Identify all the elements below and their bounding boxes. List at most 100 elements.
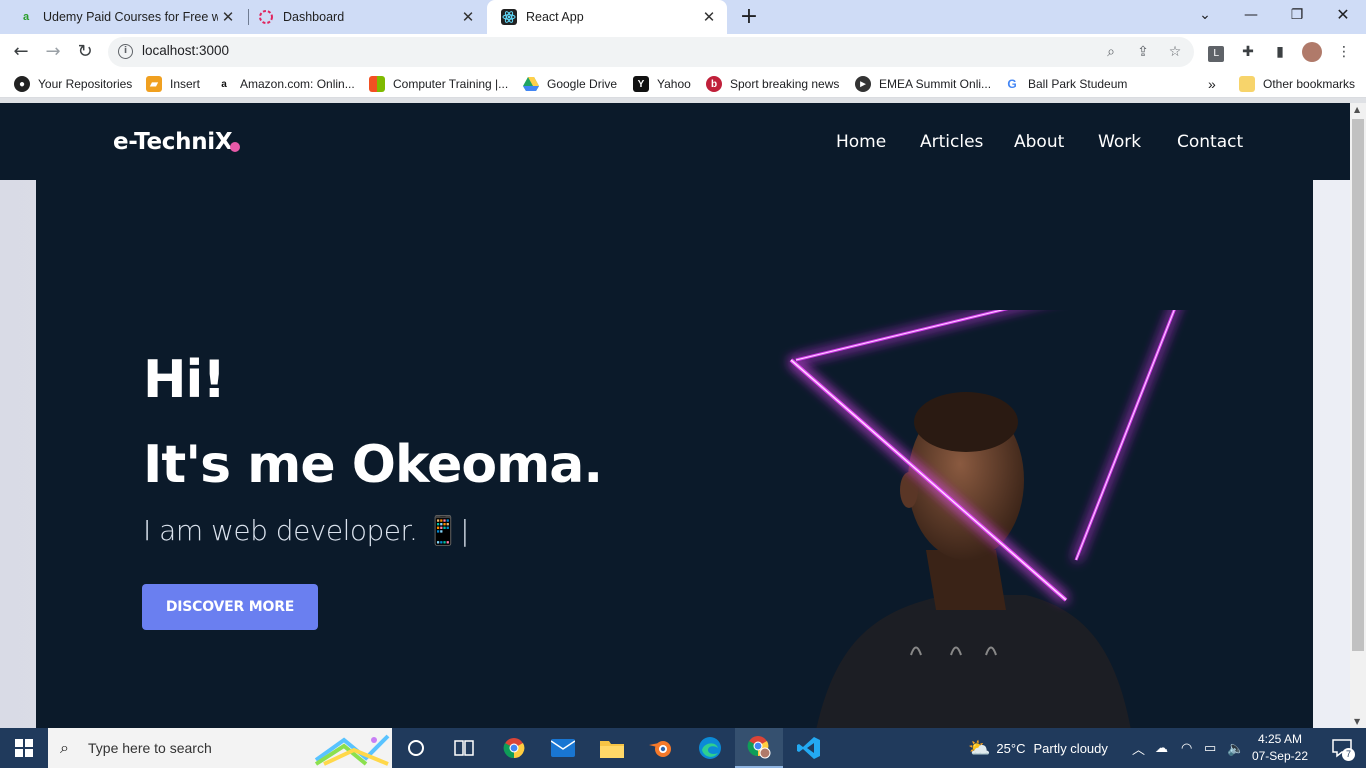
new-tab-button[interactable]: + (737, 4, 761, 30)
windows-logo-icon (15, 739, 33, 757)
notification-center-icon[interactable]: 7 (1332, 738, 1355, 761)
discover-more-button[interactable]: DISCOVER MORE (142, 584, 318, 630)
react-icon (501, 9, 517, 25)
wifi-icon[interactable]: ◠ (1181, 728, 1192, 768)
folder-icon (1239, 76, 1255, 92)
blender-icon[interactable] (637, 728, 685, 768)
hero-section: Hi! It's me Okeoma. I am web developer. … (36, 180, 1313, 728)
back-button[interactable]: ← (8, 39, 34, 65)
close-tab-icon[interactable]: ✕ (458, 8, 478, 26)
site-navbar: e-TechniX Home Articles About Work Conta… (0, 103, 1350, 180)
tab-search-icon[interactable]: ⌄ (1182, 0, 1228, 30)
clock-time: 4:25 AM (1257, 732, 1302, 746)
close-window-button[interactable]: ✕ (1320, 0, 1366, 30)
volume-icon[interactable]: 🔈 (1227, 728, 1244, 768)
menu-kebab-icon[interactable]: ⋮ (1334, 42, 1354, 62)
nav-articles[interactable]: Articles (920, 132, 983, 152)
bookmark-google-drive[interactable]: Google Drive (523, 75, 617, 93)
yahoo-icon: Y (633, 76, 649, 92)
bookmark-star-icon[interactable]: ☆ (1166, 43, 1184, 61)
tab-title: React App (526, 10, 584, 24)
bookmarks-overflow-button[interactable]: » (1208, 75, 1216, 93)
bookmark-label: Yahoo (657, 77, 691, 91)
scroll-thumb[interactable] (1352, 119, 1364, 651)
tab-udemy[interactable]: a Udemy Paid Courses for Free wit ✕ (4, 0, 246, 34)
file-explorer-icon[interactable] (588, 728, 636, 768)
github-icon: ● (14, 76, 30, 92)
browser-toolbar: ← → ↻ i localhost:3000 ⌕ ⇪ ☆ L ✚ ▮ ⋮ (0, 34, 1366, 70)
bookmark-amazon[interactable]: a Amazon.com: Onlin... (216, 75, 355, 93)
zoom-icon[interactable]: ⌕ (1102, 43, 1120, 61)
bookmark-label: Amazon.com: Onlin... (240, 77, 355, 91)
close-tab-icon[interactable]: ✕ (218, 8, 238, 26)
weather-temperature: 25°C (996, 740, 1026, 756)
page-scrollbar[interactable]: ▲ ▼ (1350, 103, 1366, 728)
nav-home[interactable]: Home (836, 132, 886, 152)
google-icon: G (1004, 76, 1020, 92)
browser-tab-strip: a Udemy Paid Courses for Free wit ✕ Dash… (0, 0, 1366, 34)
dashboard-icon (258, 9, 274, 25)
chrome-profile-taskbar-icon[interactable] (735, 728, 783, 768)
hero-greeting: Hi! (143, 350, 226, 410)
tab-react-app[interactable]: React App ✕ (487, 0, 727, 34)
onedrive-icon[interactable]: ☁ (1155, 728, 1168, 768)
show-hidden-icons-chevron-icon[interactable]: ︿ (1132, 728, 1145, 768)
other-bookmarks-folder[interactable]: Other bookmarks (1239, 75, 1355, 93)
taskbar-search-box[interactable]: ⌕ Type here to search (48, 728, 392, 768)
nav-about[interactable]: About (1014, 132, 1064, 152)
nav-work[interactable]: Work (1098, 132, 1141, 152)
extension-letter: L (1208, 46, 1224, 62)
hero-portrait-image (789, 310, 1176, 728)
forward-button[interactable]: → (40, 39, 66, 65)
bookmark-yahoo[interactable]: Y Yahoo (633, 75, 691, 93)
extensions-puzzle-icon[interactable]: ✚ (1238, 42, 1258, 62)
weather-widget[interactable]: ⛅ 25°C Partly cloudy (968, 728, 1108, 768)
profile-avatar[interactable] (1302, 42, 1322, 62)
bookmark-label: Your Repositories (38, 77, 133, 91)
bookmarks-bar: ● Your Repositories ▰ Insert a Amazon.co… (0, 70, 1366, 98)
reload-button[interactable]: ↻ (72, 39, 98, 65)
tab-dashboard[interactable]: Dashboard ✕ (244, 0, 486, 34)
cortana-icon[interactable] (392, 728, 440, 768)
amazon-icon: a (216, 76, 232, 92)
bookmark-label: Computer Training |... (393, 77, 509, 91)
vscode-icon[interactable] (785, 728, 833, 768)
edge-icon[interactable] (686, 728, 734, 768)
side-panel-icon[interactable]: ▮ (1270, 42, 1290, 62)
minimize-button[interactable]: — (1228, 0, 1274, 30)
bookmark-label: EMEA Summit Onli... (879, 77, 992, 91)
bookmark-computer-training[interactable]: Computer Training |... (369, 75, 508, 93)
nav-contact[interactable]: Contact (1177, 132, 1243, 152)
battery-icon[interactable]: ▭ (1204, 728, 1216, 768)
bookmark-ball-park[interactable]: G Ball Park Studeum (1004, 75, 1127, 93)
extension-l-icon[interactable]: L (1206, 42, 1226, 62)
mail-icon[interactable] (539, 728, 587, 768)
bookmark-label: Other bookmarks (1263, 77, 1356, 91)
share-icon[interactable]: ⇪ (1134, 43, 1152, 61)
notification-count-badge: 7 (1342, 748, 1355, 761)
bookmark-sport-news[interactable]: b Sport breaking news (706, 75, 839, 93)
tab-title: Dashboard (283, 10, 345, 24)
close-tab-icon[interactable]: ✕ (699, 8, 719, 26)
chrome-taskbar-icon[interactable] (490, 728, 538, 768)
bookmark-label: Ball Park Studeum (1028, 77, 1128, 91)
scroll-up-arrow-icon[interactable]: ▲ (1354, 105, 1360, 114)
site-info-icon[interactable]: i (118, 44, 133, 59)
task-view-icon[interactable] (440, 728, 488, 768)
address-bar[interactable]: i localhost:3000 ⌕ ⇪ ☆ (108, 37, 1194, 67)
hero-intro: It's me Okeoma. (143, 435, 603, 495)
bookmark-tag-icon: ▰ (146, 76, 162, 92)
bookmark-label: Google Drive (547, 77, 618, 91)
google-drive-icon (523, 76, 539, 92)
tab-title: Udemy Paid Courses for Free wit (43, 10, 218, 24)
restore-button[interactable]: ❐ (1274, 0, 1320, 30)
bookmark-your-repositories[interactable]: ● Your Repositories (14, 75, 132, 93)
windows-start-button[interactable] (0, 728, 48, 768)
bookmark-insert[interactable]: ▰ Insert (146, 75, 200, 93)
bookmark-emea-summit[interactable]: ▶ EMEA Summit Onli... (855, 75, 991, 93)
windows-taskbar: ⌕ Type here to search ⛅ 25°C Partly clou (0, 728, 1366, 768)
scroll-down-arrow-icon[interactable]: ▼ (1354, 717, 1360, 726)
site-logo[interactable]: e-TechniX (113, 129, 233, 155)
logo-dot (230, 142, 240, 152)
taskbar-clock[interactable]: 4:25 AM 07-Sep-22 (1252, 731, 1308, 765)
